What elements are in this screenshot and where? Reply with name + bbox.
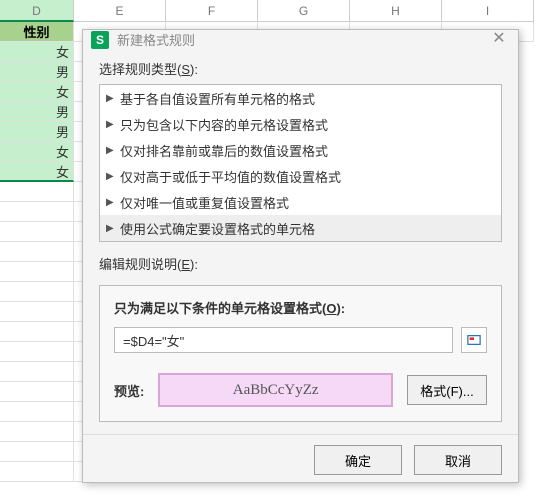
cell[interactable]: 女	[0, 142, 74, 162]
formula-input[interactable]	[114, 327, 453, 353]
col-header-f[interactable]: F	[166, 0, 258, 22]
cell[interactable]: 男	[0, 102, 74, 122]
col-header-i[interactable]: I	[442, 0, 534, 22]
select-rule-type-label: 选择规则类型(S):	[99, 59, 502, 78]
formula-section-title: 只为满足以下条件的单元格设置格式(O):	[114, 298, 487, 317]
cell[interactable]	[0, 462, 74, 482]
rule-type-item[interactable]: ▶仅对高于或低于平均值的数值设置格式	[100, 163, 501, 189]
cell[interactable]	[0, 342, 74, 362]
rule-type-item[interactable]: ▶只为包含以下内容的单元格设置格式	[100, 111, 501, 137]
close-icon[interactable]: ✕	[490, 31, 508, 49]
new-format-rule-dialog: S 新建格式规则 ✕ 选择规则类型(S): ▶基于各自值设置所有单元格的格式 ▶…	[82, 29, 519, 483]
col-header-h[interactable]: H	[350, 0, 442, 22]
cell[interactable]	[0, 182, 74, 202]
triangle-icon: ▶	[106, 145, 120, 156]
cell[interactable]	[0, 282, 74, 302]
cell[interactable]	[0, 382, 74, 402]
cancel-button[interactable]: 取消	[414, 445, 502, 475]
edit-rule-desc-label: 编辑规则说明(E):	[99, 254, 502, 273]
cell[interactable]	[0, 402, 74, 422]
cell[interactable]: 女	[0, 162, 74, 182]
dialog-title: 新建格式规则	[117, 30, 490, 49]
triangle-icon: ▶	[106, 93, 120, 104]
rule-type-item[interactable]: ▶使用公式确定要设置格式的单元格	[100, 215, 501, 241]
triangle-icon: ▶	[106, 197, 120, 208]
range-selector-icon	[467, 333, 481, 347]
rule-type-item[interactable]: ▶仅对唯一值或重复值设置格式	[100, 189, 501, 215]
cell[interactable]	[0, 202, 74, 222]
cell[interactable]	[0, 222, 74, 242]
cell[interactable]	[0, 242, 74, 262]
cell-header[interactable]: 性别	[0, 22, 74, 42]
format-button[interactable]: 格式(F)...	[407, 375, 487, 405]
cell[interactable]	[0, 322, 74, 342]
triangle-icon: ▶	[106, 119, 120, 130]
rule-type-item[interactable]: ▶仅对排名靠前或靠后的数值设置格式	[100, 137, 501, 163]
preview-sample: AaBbCcYyZz	[158, 373, 393, 407]
cell[interactable]	[0, 302, 74, 322]
col-header-d[interactable]: D	[0, 0, 74, 22]
range-selector-button[interactable]	[461, 327, 487, 353]
column-headers: D E F G H I	[0, 0, 538, 22]
triangle-icon: ▶	[106, 223, 120, 234]
dialog-buttons: 确定 取消	[83, 434, 518, 489]
cell[interactable]	[0, 362, 74, 382]
cell[interactable]: 男	[0, 62, 74, 82]
cell[interactable]	[0, 442, 74, 462]
rule-type-item[interactable]: ▶基于各自值设置所有单元格的格式	[100, 85, 501, 111]
cell[interactable]	[0, 422, 74, 442]
preview-label: 预览:	[114, 381, 144, 400]
col-header-e[interactable]: E	[74, 0, 166, 22]
ok-button[interactable]: 确定	[314, 445, 402, 475]
col-header-g[interactable]: G	[258, 0, 350, 22]
rule-description-box: 只为满足以下条件的单元格设置格式(O): 预览: AaBbCcYyZz 格式(F…	[99, 285, 502, 422]
cell[interactable]: 女	[0, 42, 74, 62]
rule-type-list[interactable]: ▶基于各自值设置所有单元格的格式 ▶只为包含以下内容的单元格设置格式 ▶仅对排名…	[99, 84, 502, 242]
app-logo-icon: S	[91, 31, 109, 49]
cell[interactable]: 女	[0, 82, 74, 102]
cell[interactable]	[0, 262, 74, 282]
cell[interactable]: 男	[0, 122, 74, 142]
titlebar[interactable]: S 新建格式规则 ✕	[83, 30, 518, 49]
triangle-icon: ▶	[106, 171, 120, 182]
